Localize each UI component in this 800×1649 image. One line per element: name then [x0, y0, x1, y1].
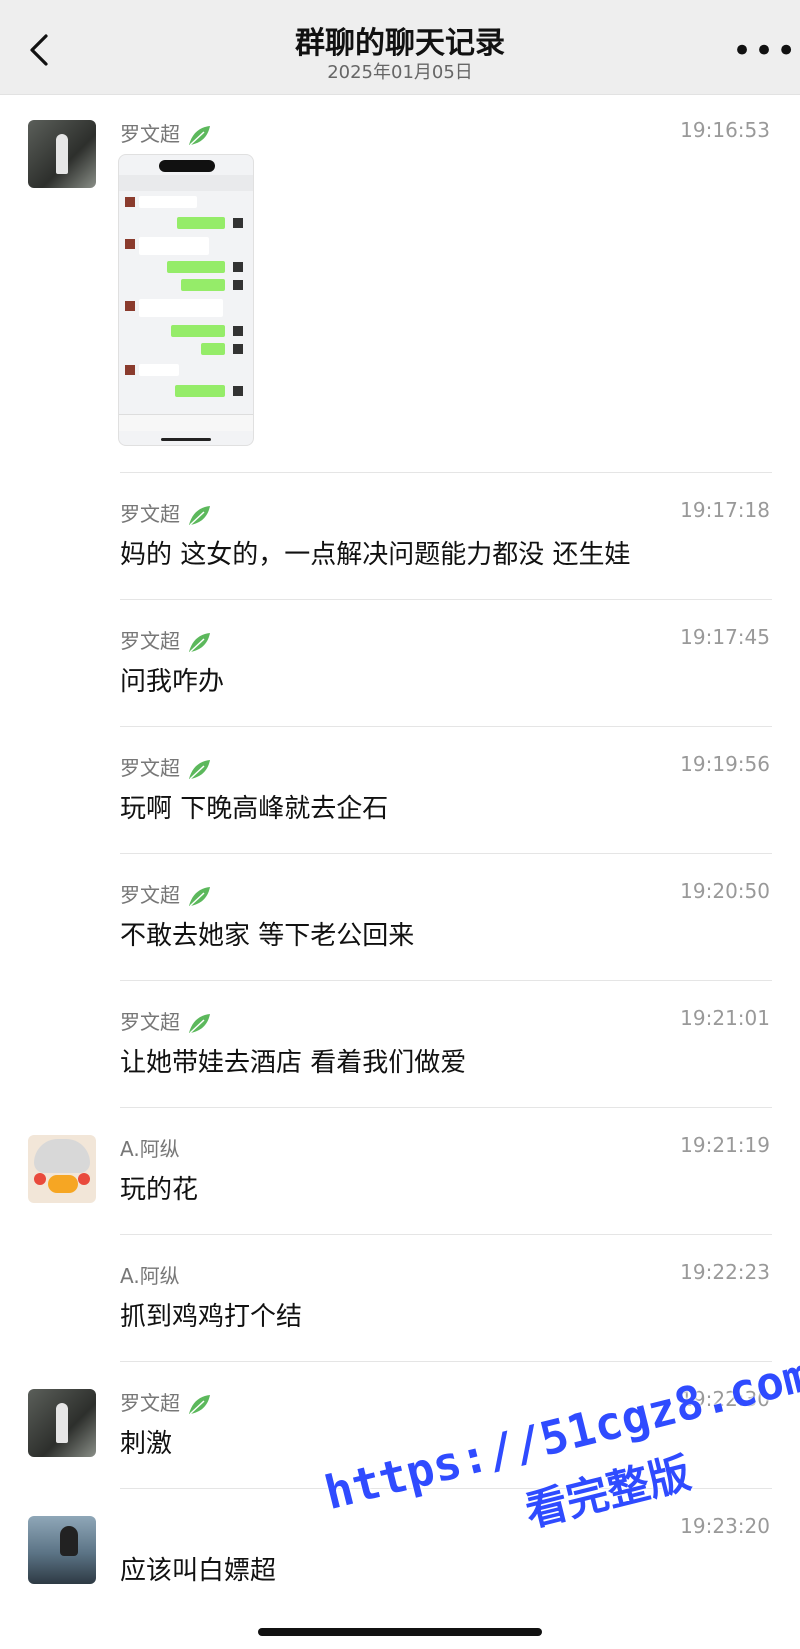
leaf-icon: [189, 1394, 210, 1415]
sender-name: A.阿纵: [120, 1264, 180, 1288]
divider: [120, 1488, 772, 1489]
leaf-icon: [189, 632, 210, 653]
message-text: 不敢去她家 等下老公回来: [120, 921, 415, 951]
message-time: 19:17:18: [680, 498, 770, 522]
message-time: 19:19:56: [680, 752, 770, 776]
message-text: 玩的花: [120, 1175, 199, 1205]
divider: [120, 726, 772, 727]
watermark: https://51cgz8.com 看完整版: [300, 1264, 800, 1613]
chat-date: 2025年01月05日: [327, 62, 473, 83]
avatar[interactable]: [28, 1135, 96, 1203]
message-text: 让她带娃去酒店 看着我们做爱: [120, 1048, 467, 1078]
home-indicator[interactable]: [258, 1628, 542, 1636]
divider: [120, 472, 772, 473]
avatar[interactable]: [28, 120, 96, 188]
leaf-icon: [189, 505, 210, 526]
chat-screenshot-image[interactable]: [118, 154, 254, 446]
message-time: 19:22:23: [680, 1260, 770, 1284]
message-time: 19:17:45: [680, 625, 770, 649]
more-icon: •••: [732, 31, 799, 71]
leaf-icon: [189, 886, 210, 907]
divider: [120, 853, 772, 854]
divider: [120, 599, 772, 600]
sender-name: 罗文超: [120, 118, 212, 149]
divider: [120, 1361, 772, 1362]
message-text: 妈的 这女的，一点解决问题能力都没 还生娃: [120, 540, 631, 570]
message-text: 问我咋办: [120, 667, 225, 697]
watermark-url: https://51cgz8.com: [319, 1347, 800, 1521]
message-time: 19:21:01: [680, 1006, 770, 1030]
sender-name: 罗文超: [120, 879, 212, 910]
sender-name: 罗文超: [120, 625, 212, 656]
sender-name: 罗文超: [120, 1387, 212, 1418]
page-title: 群聊的聊天记录: [295, 26, 505, 61]
divider: [120, 1234, 772, 1235]
sender-name: A.阿纵: [120, 1137, 180, 1161]
leaf-icon: [189, 759, 210, 780]
sender-name: 罗文超: [120, 498, 212, 529]
title-bar: 群聊的聊天记录 2025年01月05日 •••: [0, 0, 800, 95]
message-time: 19:20:50: [680, 879, 770, 903]
watermark-tagline: 看完整版: [520, 1447, 696, 1537]
message-text: 应该叫白嫖超: [120, 1556, 277, 1586]
more-button[interactable]: •••: [732, 34, 796, 68]
message-text: 抓到鸡鸡打个结: [120, 1302, 303, 1332]
message-text: 玩啊 下晚高峰就去企石: [120, 794, 389, 824]
leaf-icon: [189, 1013, 210, 1034]
message-time: 19:21:19: [680, 1133, 770, 1157]
message-time: 19:16:53: [680, 118, 770, 142]
avatar[interactable]: [28, 1516, 96, 1584]
message-time: 19:22:30: [680, 1387, 770, 1411]
divider: [120, 980, 772, 981]
avatar[interactable]: [28, 1389, 96, 1457]
sender-name: 罗文超: [120, 1006, 212, 1037]
message-time: 19:23:20: [680, 1514, 770, 1538]
sender-name: 罗文超: [120, 752, 212, 783]
divider: [120, 1107, 772, 1108]
leaf-icon: [189, 125, 210, 146]
message-text: 刺激: [120, 1429, 173, 1459]
